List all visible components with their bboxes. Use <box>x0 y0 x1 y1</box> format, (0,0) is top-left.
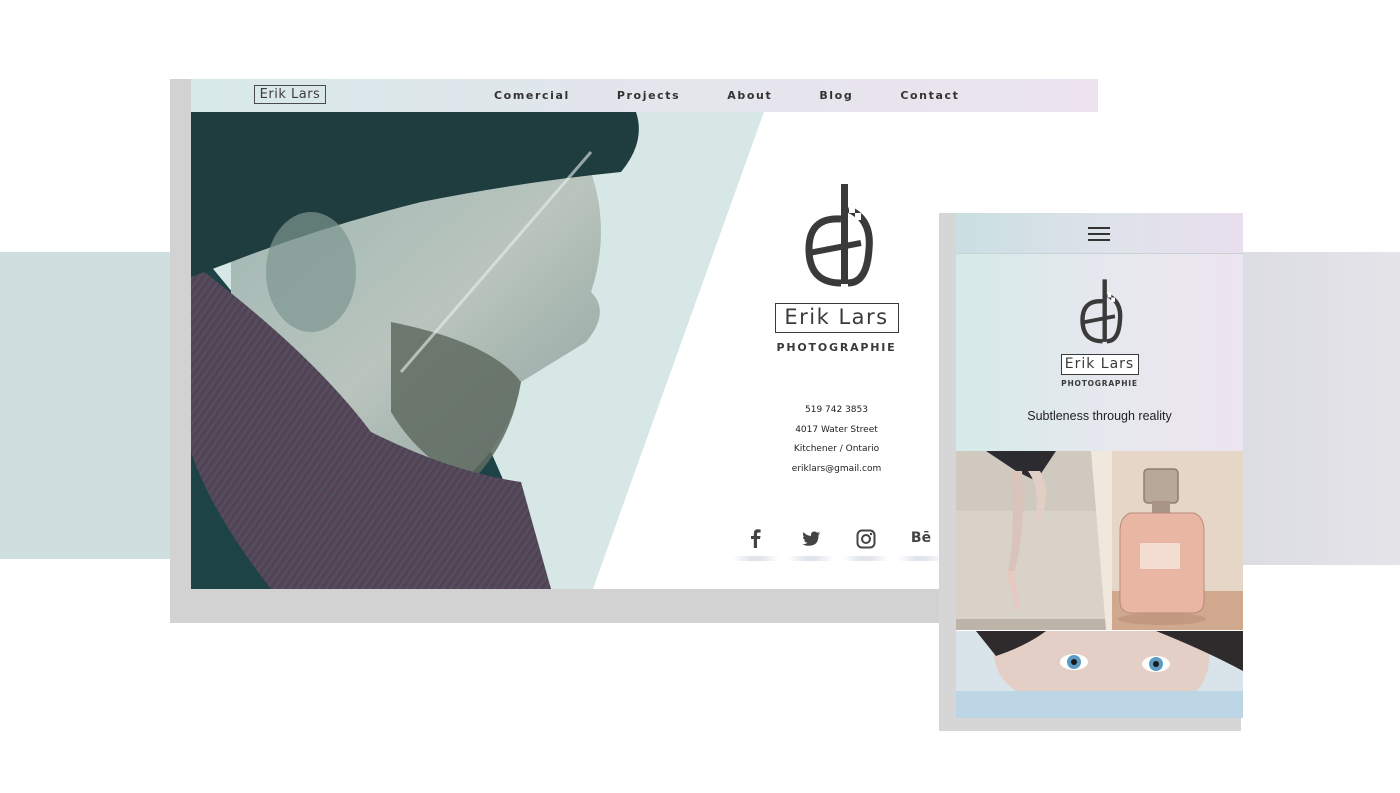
hamburger-menu-icon[interactable] <box>1088 227 1110 241</box>
background-gray-band <box>1240 252 1400 565</box>
behance-icon: Bē <box>910 530 932 546</box>
social-links: Bē <box>723 524 955 564</box>
brand-block: Erik Lars PHOTOGRAPHIE <box>769 179 904 354</box>
facebook-icon <box>751 529 761 548</box>
perfume-photo-image <box>1112 451 1243 630</box>
mobile-brand-monogram-icon <box>1079 279 1122 344</box>
instagram-link[interactable] <box>841 524 891 564</box>
eyes-photo-image <box>956 631 1243 718</box>
contact-info: 519 742 3853 4017 Water Street Kitchener… <box>769 401 904 480</box>
nav-logo[interactable]: Erik Lars <box>254 85 326 104</box>
contact-street: 4017 Water Street <box>795 424 878 435</box>
twitter-link[interactable] <box>786 524 836 564</box>
instagram-icon <box>856 529 876 549</box>
mobile-brand-block: Erik Lars PHOTOGRAPHIE Subtleness throug… <box>956 254 1243 451</box>
nav-link-blog[interactable]: Blog <box>819 89 853 102</box>
nav-link-comercial[interactable]: Comercial <box>494 89 570 102</box>
mobile-header <box>956 213 1243 254</box>
contact-email[interactable]: eriklars@gmail.com <box>769 460 904 480</box>
ballet-photo[interactable] <box>956 451 1112 630</box>
nav-link-about[interactable]: About <box>727 89 772 102</box>
twitter-icon <box>802 531 820 546</box>
nav-link-contact[interactable]: Contact <box>900 89 959 102</box>
mobile-mockup: Erik Lars PHOTOGRAPHIE Subtleness throug… <box>956 213 1243 718</box>
facebook-link[interactable] <box>731 524 781 564</box>
brand-name: Erik Lars <box>774 303 899 333</box>
contact-city: Kitchener / Ontario <box>793 444 880 455</box>
ballet-photo-image <box>956 451 1112 630</box>
eyes-photo[interactable] <box>956 631 1243 718</box>
mobile-brand-name: Erik Lars <box>1060 354 1139 375</box>
mobile-brand-subtitle: PHOTOGRAPHIE <box>1061 379 1138 388</box>
perfume-photo[interactable] <box>1112 451 1243 630</box>
nav-links: Comercial Projects About Blog Contact <box>494 79 1006 112</box>
nav-link-projects[interactable]: Projects <box>617 89 680 102</box>
mobile-tagline: Subtleness through reality <box>1027 409 1172 423</box>
brand-monogram-icon <box>804 184 873 287</box>
brand-subtitle: PHOTOGRAPHIE <box>776 341 897 354</box>
top-navigation: Erik Lars Comercial Projects About Blog … <box>191 79 1098 112</box>
contact-phone[interactable]: 519 742 3853 <box>769 401 904 421</box>
